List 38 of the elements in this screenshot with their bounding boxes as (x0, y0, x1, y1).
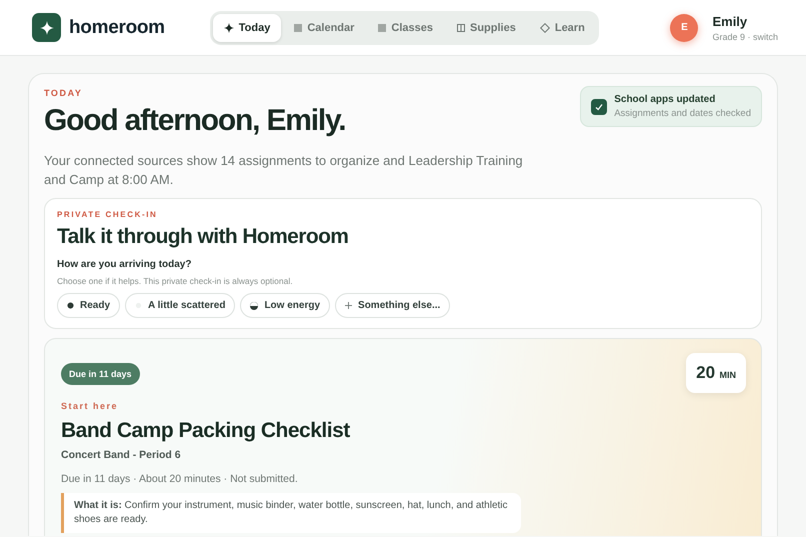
mood-chip[interactable]: Low energy (240, 293, 330, 318)
hint-text: Choose one if it helps. This private check-in is always optional. (57, 276, 294, 286)
section-label: TODAY (44, 88, 84, 98)
sync-detail: Assignments and dates checked (614, 108, 751, 119)
half-circle-icon (250, 302, 258, 310)
sparkle-icon (224, 22, 234, 32)
mood-chip[interactable]: A little scattered (125, 293, 236, 318)
nav-tab[interactable]: Supplies (446, 14, 527, 42)
course-name: Concert Band - Period 6 (61, 449, 182, 461)
mood-chip[interactable]: Something else... (335, 293, 450, 318)
plus-icon (345, 302, 352, 309)
square-icon (294, 24, 302, 32)
app-name: homeroom (69, 16, 165, 38)
mood-chip[interactable]: Ready (57, 293, 120, 318)
assignment-meta: Due in 11 days · About 20 minutes · Not submitted. (61, 473, 299, 485)
square-icon (378, 24, 386, 32)
avatar[interactable]: E (670, 14, 698, 42)
columns-icon (457, 24, 465, 32)
user-name: Emily (712, 14, 748, 28)
nav-tab[interactable]: Classes (367, 14, 444, 42)
question: How are you arriving today? (57, 259, 192, 270)
assignment-title: Band Camp Packing Checklist (61, 419, 351, 443)
start-label: Start here (61, 401, 120, 411)
assignment-description: What it is: Confirm your instrument, music binder, water bottle, sunscreen, hat, lunch, and athletic shoes are ready. (61, 493, 521, 533)
duration-badge: 20 MIN (686, 353, 746, 393)
nav-tab[interactable]: Calendar (283, 14, 366, 42)
greeting: Good afternoon, Emily. (44, 104, 346, 138)
due-badge: Due in 11 days (61, 363, 140, 385)
diamond-icon (540, 22, 550, 32)
summary-text: Your connected sources show 14 assignments to organize and Leadership Training and Camp at 8:00 AM. (44, 152, 524, 189)
checkin-title: Talk it through with Homeroom (57, 225, 350, 249)
dot-icon (67, 302, 74, 309)
sync-title: School apps updated (614, 94, 716, 105)
section-label: PRIVATE CHECK-IN (57, 210, 158, 219)
user-detail[interactable]: Grade 9 · switch (712, 32, 778, 42)
logo-icon (32, 13, 61, 42)
nav-tab[interactable]: Today (212, 14, 282, 42)
nav-tab[interactable]: Learn (528, 14, 596, 42)
